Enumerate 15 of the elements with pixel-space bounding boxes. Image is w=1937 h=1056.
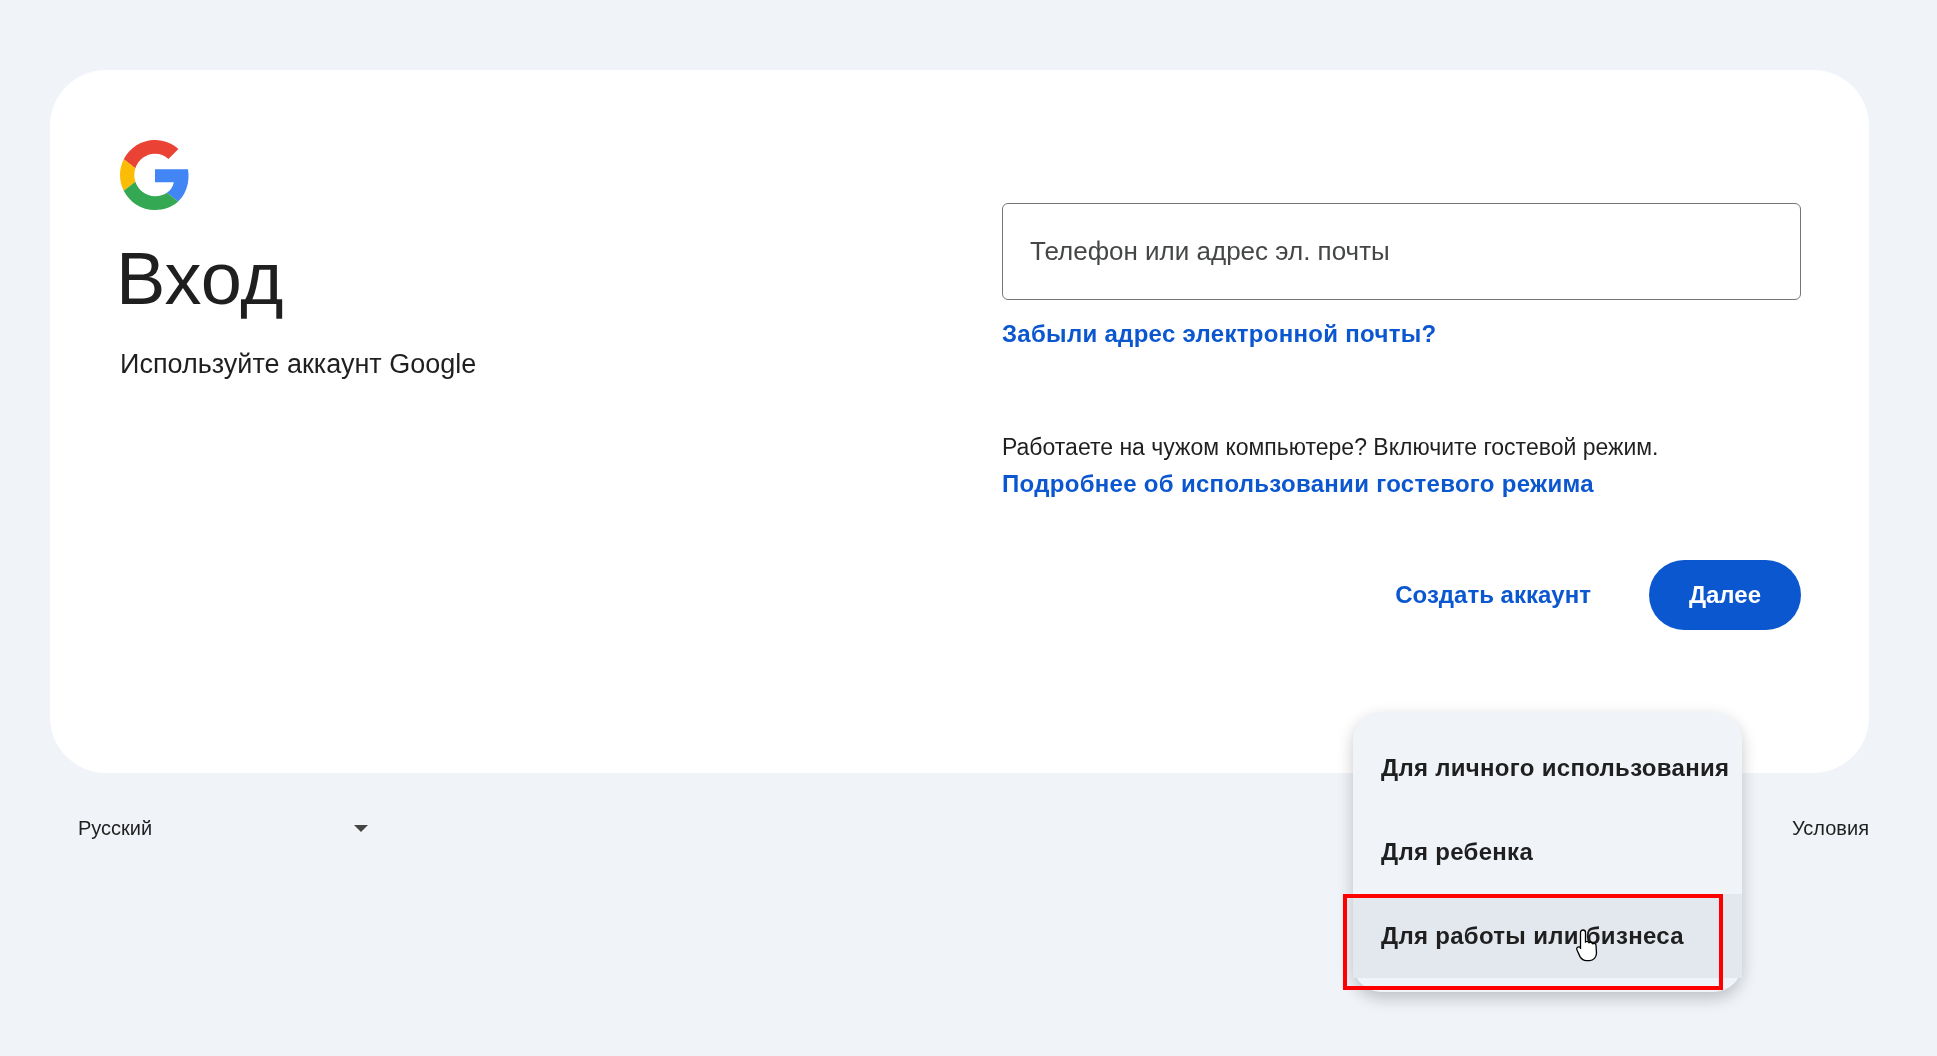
language-select[interactable]: Русский — [78, 809, 368, 848]
email-field[interactable]: Телефон или адрес эл. почты — [1002, 203, 1801, 300]
menu-item[interactable]: Для личного использования — [1353, 726, 1742, 810]
next-button[interactable]: Далее — [1648, 560, 1801, 630]
menu-item[interactable]: Для ребенка — [1353, 810, 1742, 894]
guest-mode-link[interactable]: Подробнее об использовании гостевого режима — [1002, 470, 1594, 497]
subtitle: Используйте аккаунт Google — [120, 349, 477, 381]
page-title: Вход — [116, 238, 284, 320]
menu-item[interactable]: Для работы или бизнеса — [1353, 894, 1742, 978]
footer-link[interactable]: Условия — [1792, 817, 1869, 840]
forgot-email-link[interactable]: Забыли адрес электронной почты? — [1002, 320, 1437, 347]
create-account-button[interactable]: Создать аккаунт — [1391, 571, 1595, 619]
guest-note: Работаете на чужом компьютере? Включите гостевой режим. — [1002, 434, 1659, 461]
caret-icon — [354, 825, 368, 832]
google-logo-icon — [120, 140, 190, 210]
